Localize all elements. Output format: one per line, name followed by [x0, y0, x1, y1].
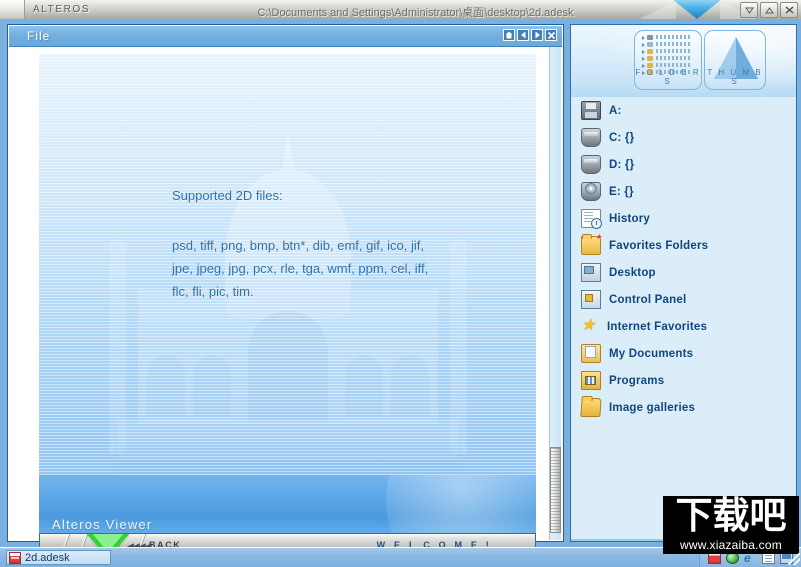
sidebar-item-drive-d[interactable]: D: {}	[571, 151, 796, 178]
supported-files-heading: Supported 2D files:	[172, 188, 283, 203]
document-path-label: C:\Documents and Settings\Administrator\…	[257, 7, 574, 19]
tab-folders[interactable]: F O L D E R S	[634, 30, 702, 90]
sidebar-item-label: Internet Favorites	[607, 320, 708, 333]
close-icon[interactable]	[545, 29, 557, 41]
back-arrow-icon[interactable]	[517, 29, 529, 41]
control-panel-icon	[581, 290, 601, 309]
sidebar-item-label: Image galleries	[609, 401, 696, 414]
sidebar-item-list: A: C: {} D: {} E: {} History ✦ Favorites…	[571, 97, 796, 541]
sidebar-item-label: Favorites Folders	[609, 239, 709, 252]
viewer-title-label: Alteros Viewer	[52, 517, 153, 532]
file-formats-line-1: psd, tiff, png, bmp, btn*, dib, emf, gif…	[172, 238, 424, 253]
hard-drive-icon	[581, 155, 601, 174]
cd-drive-icon	[581, 182, 601, 201]
home-icon[interactable]	[503, 29, 515, 41]
sidebar-item-drive-a[interactable]: A:	[571, 97, 796, 124]
taj-mahal-background-image	[108, 109, 467, 499]
programs-icon	[581, 371, 601, 390]
supported-files-text: Supported 2D files: psd, tiff, png, bmp,…	[172, 184, 428, 303]
alteros-app-icon	[9, 551, 21, 564]
sidebar-item-label: Programs	[609, 374, 665, 387]
sidebar-item-drive-c[interactable]: C: {}	[571, 124, 796, 151]
sidebar-item-label: My Documents	[609, 347, 694, 360]
tab-thumbs[interactable]: T H U M B S	[704, 30, 766, 90]
watermark-chinese-text: 下载吧	[675, 496, 787, 537]
sidebar-item-drive-e[interactable]: E: {}	[571, 178, 796, 205]
maximize-button[interactable]	[760, 2, 778, 18]
viewer-nav-buttons	[503, 29, 557, 41]
file-formats-line-2: jpe, jpeg, jpg, pcx, rle, tga, wmf, ppm,…	[172, 261, 429, 276]
window-title-bar: ALTEROS C:\Documents and Settings\Admini…	[0, 0, 801, 20]
sidebar-item-control-panel[interactable]: Control Panel	[571, 286, 796, 313]
star-icon: ★	[581, 317, 596, 334]
tab-thumbs-label: T H U M B S	[707, 68, 763, 86]
window-controls	[740, 2, 798, 18]
watermark-overlay: 下载吧 www.xiazaiba.com	[663, 496, 799, 554]
sidebar-panel: F O L D E R S T H U M B S A: C: {} D: {}…	[570, 24, 797, 542]
sidebar-item-label: History	[609, 212, 651, 225]
sidebar-item-image-galleries[interactable]: Image galleries	[571, 394, 796, 421]
watermark-url: www.xiazaiba.com	[680, 538, 782, 552]
resize-grip[interactable]	[788, 553, 800, 565]
application-window: ALTEROS C:\Documents and Settings\Admini…	[0, 0, 801, 567]
sidebar-item-programs[interactable]: Programs	[571, 367, 796, 394]
hard-drive-icon	[581, 128, 601, 147]
file-formats-line-3: flc, fli, pic, tim.	[172, 284, 254, 299]
taskbar-task-label: 2d.adesk	[25, 551, 70, 564]
forward-arrow-icon[interactable]	[531, 29, 543, 41]
folder-icon	[580, 398, 602, 417]
sidebar-item-history[interactable]: History	[571, 205, 796, 232]
viewer-window: File Supported 2D files: psd, tiff, png,…	[7, 24, 564, 561]
document-canvas: Supported 2D files: psd, tiff, png, bmp,…	[39, 54, 536, 535]
sidebar-item-label: Desktop	[609, 266, 656, 279]
taskbar-task-button[interactable]: 2d.adesk	[6, 550, 111, 565]
close-button[interactable]	[780, 2, 798, 18]
tab-folders-label: F O L D E R S	[635, 68, 701, 86]
application-body: File Supported 2D files: psd, tiff, png,…	[0, 19, 801, 561]
sidebar-item-favorites-folders[interactable]: ✦ Favorites Folders	[571, 232, 796, 259]
sidebar-item-label: A:	[609, 104, 622, 117]
footer-glow-highlight	[386, 475, 536, 535]
viewer-menu-bar: File	[9, 26, 562, 47]
sidebar-item-internet-favorites[interactable]: ★ Internet Favorites	[571, 313, 796, 340]
sidebar-item-label: D: {}	[609, 158, 635, 171]
favorites-folder-icon: ✦	[581, 233, 602, 255]
sidebar-item-label: E: {}	[609, 185, 634, 198]
my-documents-icon	[581, 344, 601, 363]
sidebar-item-desktop[interactable]: Desktop	[571, 259, 796, 286]
history-icon	[581, 209, 602, 229]
scrollbar-thumb[interactable]	[550, 447, 561, 533]
desktop-icon	[581, 263, 601, 282]
menu-item-file[interactable]: File	[27, 29, 50, 43]
sidebar-item-my-documents[interactable]: My Documents	[571, 340, 796, 367]
viewer-footer-panel: Alteros Viewer	[39, 475, 536, 535]
sidebar-item-label: Control Panel	[609, 293, 687, 306]
sidebar-header: F O L D E R S T H U M B S	[571, 25, 796, 98]
sidebar-item-label: C: {}	[609, 131, 635, 144]
minimize-button[interactable]	[740, 2, 758, 18]
floppy-drive-icon	[581, 101, 601, 120]
viewer-vertical-scrollbar[interactable]	[549, 47, 561, 540]
